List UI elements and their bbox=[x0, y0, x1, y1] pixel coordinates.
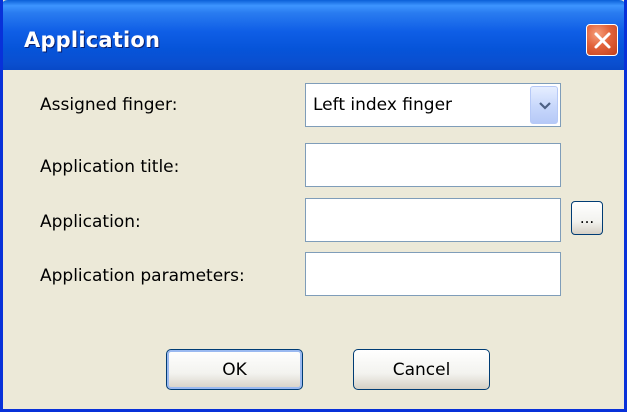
browse-button[interactable]: ... bbox=[571, 201, 603, 235]
application-label: Application: bbox=[40, 212, 141, 232]
cancel-button[interactable]: Cancel bbox=[353, 349, 490, 390]
ok-button[interactable]: OK bbox=[166, 349, 303, 390]
application-parameters-label: Application parameters: bbox=[40, 266, 245, 286]
window-title: Application bbox=[24, 28, 161, 52]
application-parameters-input[interactable] bbox=[305, 252, 561, 296]
application-input[interactable] bbox=[305, 198, 561, 242]
dropdown-button[interactable] bbox=[530, 86, 558, 124]
assigned-finger-value: Left index finger bbox=[313, 95, 453, 115]
application-title-input[interactable] bbox=[305, 143, 561, 187]
assigned-finger-select[interactable]: Left index finger bbox=[305, 83, 561, 127]
title-bar[interactable]: Application bbox=[3, 0, 624, 70]
close-button[interactable] bbox=[586, 24, 618, 56]
close-icon bbox=[594, 32, 611, 49]
chevron-down-icon bbox=[539, 102, 551, 110]
assigned-finger-label: Assigned finger: bbox=[40, 95, 178, 115]
application-dialog: Application Assigned finger: Left index … bbox=[0, 0, 627, 412]
application-title-label: Application title: bbox=[40, 157, 180, 177]
